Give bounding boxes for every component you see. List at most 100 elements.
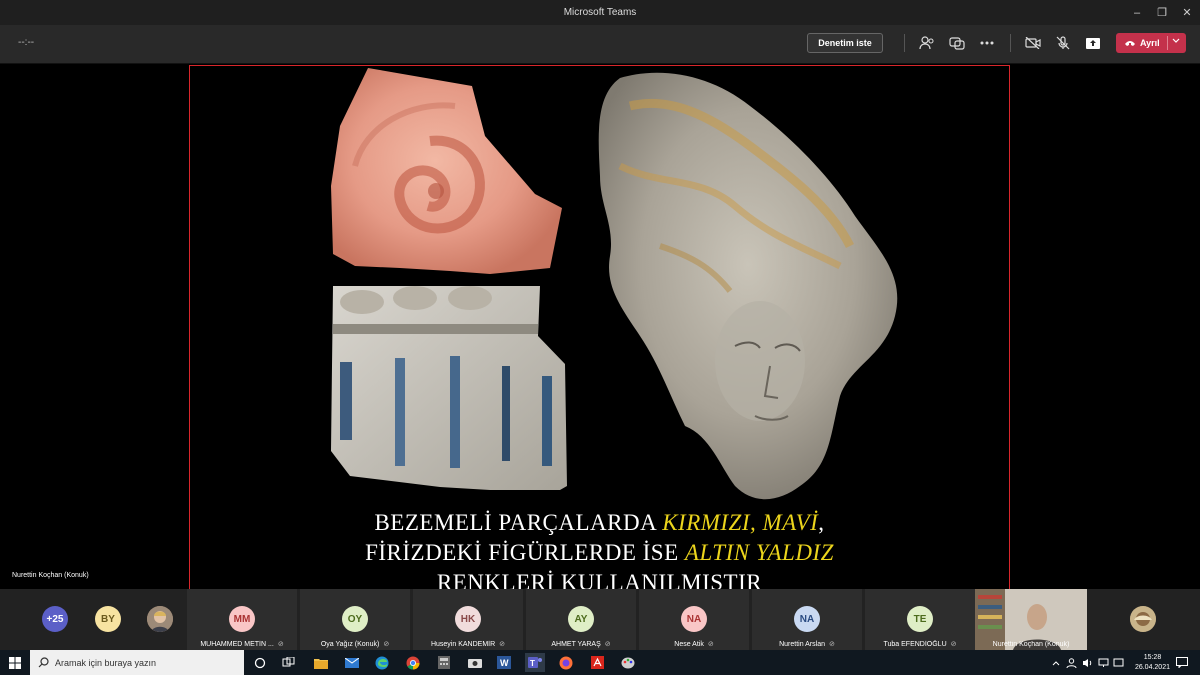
leave-button[interactable]: Ayrıl: [1116, 33, 1186, 53]
more-actions-icon[interactable]: [976, 33, 998, 53]
chevron-up-icon[interactable]: [1050, 653, 1062, 672]
slide-caption-line-3: RENKLERİ KULLANILMIŞTIR: [436, 570, 763, 589]
participant-name-text: Nurettin Koçhan (Konuk): [992, 641, 1070, 648]
participant-name: MUHAMMED METİN ... ⊘: [187, 640, 297, 648]
participant-tile[interactable]: HK Huseyin KANDEMİR ⊘: [413, 589, 523, 650]
participant-name-text: Oya Yağız (Konuk): [320, 641, 380, 648]
windows-taskbar: Aramak için buraya yazın W T 15:28 26.04…: [0, 650, 1200, 675]
participant-name: Huseyin KANDEMİR ⊘: [413, 640, 523, 648]
mic-off-icon: ⊘: [829, 641, 835, 648]
mail-icon[interactable]: [342, 653, 362, 672]
share-screen-icon[interactable]: [1082, 33, 1104, 53]
slide-caption-line-1: BEZEMELİ PARÇALARDA KIRMIZI, MAVİ,: [190, 510, 1009, 536]
avatar[interactable]: BY: [95, 606, 121, 632]
windows-icon[interactable]: [5, 653, 25, 672]
firefox-icon[interactable]: [556, 653, 576, 672]
acrobat-icon[interactable]: [587, 653, 607, 672]
teams-icon[interactable]: T: [525, 653, 545, 672]
leave-divider: [1167, 36, 1168, 50]
participant-name: AHMET YARAŞ ⊘: [526, 640, 636, 648]
taskbar-clock[interactable]: 15:28 26.04.2021: [1135, 653, 1170, 673]
participant-name-text: AHMET YARAŞ: [551, 641, 601, 648]
avatar: HK: [455, 606, 481, 632]
svg-text:W: W: [500, 658, 509, 668]
camera-off-icon[interactable]: [1022, 33, 1044, 53]
participants-icon[interactable]: [916, 33, 938, 53]
avatar: NA: [681, 606, 707, 632]
participant-tile[interactable]: TE Tuba EFENDİOĞLU ⊘: [865, 589, 975, 650]
avatar: OY: [342, 606, 368, 632]
mic-off-icon: ⊘: [383, 641, 390, 648]
avatar: AY: [568, 606, 594, 632]
clock-date: 26.04.2021: [1134, 664, 1170, 671]
file-explorer-icon[interactable]: [311, 653, 331, 672]
shared-content-stage: BEZEMELİ PARÇALARDA KIRMIZI, MAVİ, FİRİZ…: [0, 64, 1200, 589]
task-view-icon[interactable]: [278, 653, 298, 672]
caption-highlight: ALTIN YALDIZ: [684, 540, 834, 565]
toolbar-divider: [1010, 34, 1011, 52]
volume-icon[interactable]: [1080, 653, 1094, 672]
phone-hangup-icon: [1124, 39, 1136, 47]
chat-icon[interactable]: [946, 33, 968, 53]
chevron-down-icon[interactable]: [1172, 38, 1180, 44]
participant-name-text: Nese Atik: [674, 641, 704, 648]
participant-name: Tuba EFENDİOĞLU ⊘: [865, 640, 975, 648]
language-icon[interactable]: [1111, 653, 1125, 672]
self-avatar[interactable]: [1130, 606, 1156, 632]
overflow-participants-button[interactable]: +25: [42, 606, 68, 632]
search-icon: [38, 657, 49, 668]
caption-text: BEZEMELİ PARÇALARDA: [374, 510, 663, 535]
avatar: NA: [794, 606, 820, 632]
edge-icon[interactable]: [372, 653, 392, 672]
marble-head-image: [598, 72, 898, 500]
mic-off-icon[interactable]: [1052, 33, 1074, 53]
calculator-icon[interactable]: [434, 653, 454, 672]
close-icon[interactable]: ✕: [1172, 0, 1200, 25]
taskbar-search-box[interactable]: Aramak için buraya yazın: [30, 650, 244, 675]
request-control-button[interactable]: Denetim iste: [807, 33, 883, 53]
caption-text: FİRİZDEKİ FİGÜRLERDE İSE: [365, 540, 685, 565]
participant-tile[interactable]: NA Nese Atik ⊘: [639, 589, 749, 650]
mic-off-icon: ⊘: [604, 641, 611, 648]
molding-fragment-image: [331, 286, 567, 490]
cortana-icon[interactable]: [250, 653, 270, 672]
participant-name: Nurettin Koçhan (Konuk): [975, 641, 1087, 648]
word-icon[interactable]: W: [494, 653, 514, 672]
search-placeholder: Aramak için buraya yazın: [55, 657, 157, 668]
slide-caption-line-2: FİRİZDEKİ FİGÜRLERDE İSE ALTIN YALDIZ: [190, 540, 1009, 566]
participant-name: Nurettin Arslan ⊘: [752, 640, 862, 648]
paint-icon[interactable]: [618, 653, 638, 672]
avatar: TE: [907, 606, 933, 632]
participant-name: Oya Yağız (Konuk) ⊘: [300, 640, 410, 648]
mic-off-icon: ⊘: [950, 641, 957, 648]
camera-icon[interactable]: [465, 653, 485, 672]
mic-off-icon: ⊘: [277, 641, 284, 648]
participant-name-text: Huseyin KANDEMİR: [430, 641, 496, 648]
participant-tile[interactable]: AY AHMET YARAŞ ⊘: [526, 589, 636, 650]
participant-name: Nese Atik ⊘: [639, 640, 749, 648]
mic-off-icon: ⊘: [707, 641, 714, 648]
caption-text: ,: [818, 510, 825, 535]
participant-tile[interactable]: OY Oya Yağız (Konuk) ⊘: [300, 589, 410, 650]
presenter-name-label: Nurettin Koçhan (Konuk): [12, 572, 89, 579]
avatar-photo[interactable]: [147, 606, 173, 632]
meeting-timer: --:--: [18, 37, 35, 48]
video-tile[interactable]: Nurettin Koçhan (Konuk): [975, 589, 1087, 650]
avatar: MM: [229, 606, 255, 632]
spiral-fragment-image: [331, 68, 562, 274]
toolbar-divider: [904, 34, 905, 52]
people-icon[interactable]: [1064, 653, 1078, 672]
caption-highlight: KIRMIZI, MAVİ: [662, 510, 819, 535]
participant-strip: +25 BY MM MUHAMMED METİN ... ⊘ OY Oya Yağ…: [0, 589, 1200, 650]
participant-tile[interactable]: MM MUHAMMED METİN ... ⊘: [187, 589, 297, 650]
network-icon[interactable]: [1096, 653, 1110, 672]
window-title: Microsoft Teams: [563, 7, 637, 18]
participant-tile[interactable]: NA Nurettin Arslan ⊘: [752, 589, 862, 650]
meeting-toolbar: --:-- Denetim iste Ayrıl: [0, 25, 1200, 64]
chrome-icon[interactable]: [403, 653, 423, 672]
svg-text:T: T: [530, 659, 535, 668]
leave-label: Ayrıl: [1140, 38, 1160, 48]
notifications-icon[interactable]: [1172, 653, 1192, 672]
participant-name-text: Nurettin Arslan: [779, 641, 826, 648]
participant-name-text: MUHAMMED METİN ...: [200, 641, 274, 648]
